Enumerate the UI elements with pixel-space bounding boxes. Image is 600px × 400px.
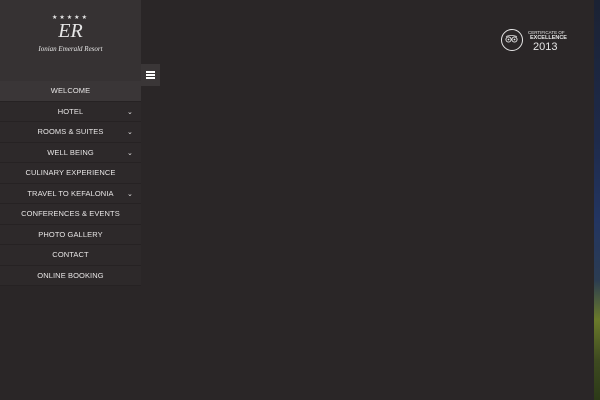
menu-item-welcome[interactable]: WELCOME bbox=[0, 81, 141, 102]
menu-item-label: CULINARY EXPERIENCE bbox=[25, 168, 116, 177]
menu-item-label: HOTEL bbox=[57, 106, 84, 116]
award-year: 2013 bbox=[533, 41, 558, 53]
menu-item-hotel[interactable]: HOTEL ⌄ bbox=[0, 101, 141, 122]
menu-item-travel-to-kefalonia[interactable]: TRAVEL TO KEFALONIA ⌄ bbox=[0, 183, 141, 204]
hamburger-icon bbox=[146, 71, 155, 79]
menu-item-label: ONLINE BOOKING bbox=[37, 270, 104, 280]
menu-item-label: CONTACT bbox=[52, 250, 89, 259]
chevron-down-icon[interactable]: ⌄ bbox=[126, 122, 134, 142]
tripadvisor-owl-icon bbox=[501, 29, 523, 51]
menu-item-label: CONFERENCES & EVENTS bbox=[21, 209, 120, 218]
certificate-of-excellence-badge: CERTIFICATE OF EXCELLENCE 2013 bbox=[501, 28, 571, 56]
menu-item-rooms-suites[interactable]: ROOMS & SUITES ⌄ bbox=[0, 122, 141, 143]
menu-item-conferences-events[interactable]: CONFERENCES & EVENTS bbox=[0, 204, 141, 225]
menu-item-label: WELCOME bbox=[50, 86, 91, 95]
menu-item-contact[interactable]: CONTACT bbox=[0, 245, 141, 266]
menu-item-label: TRAVEL TO KEFALONIA bbox=[27, 188, 114, 198]
menu-item-online-booking[interactable]: ONLINE BOOKING bbox=[0, 265, 141, 286]
background-photo-edge bbox=[594, 0, 600, 400]
chevron-down-icon[interactable]: ⌄ bbox=[126, 143, 134, 163]
menu-item-culinary-experience[interactable]: CULINARY EXPERIENCE bbox=[0, 163, 141, 184]
logo-text: Ionian Emerald Resort bbox=[38, 45, 103, 53]
chevron-down-icon[interactable]: ⌄ bbox=[126, 102, 134, 122]
main-menu: WELCOME HOTEL ⌄ ROOMS & SUITES ⌄ WELL BE… bbox=[0, 81, 141, 286]
logo-link[interactable]: ★★★★★ ER Ionian Emerald Resort bbox=[0, 0, 141, 81]
chevron-down-icon[interactable]: ⌄ bbox=[126, 184, 134, 204]
menu-item-well-being[interactable]: WELL BEING ⌄ bbox=[0, 142, 141, 163]
menu-item-label: WELL BEING bbox=[47, 147, 94, 157]
menu-item-photo-gallery[interactable]: PHOTO GALLERY bbox=[0, 224, 141, 245]
menu-toggle-button[interactable] bbox=[141, 64, 160, 86]
menu-item-label: ROOMS & SUITES bbox=[37, 127, 104, 136]
menu-item-label: PHOTO GALLERY bbox=[38, 229, 103, 239]
logo-monogram: ER bbox=[58, 20, 83, 42]
sidebar: ★★★★★ ER Ionian Emerald Resort WELCOME H… bbox=[0, 0, 141, 400]
